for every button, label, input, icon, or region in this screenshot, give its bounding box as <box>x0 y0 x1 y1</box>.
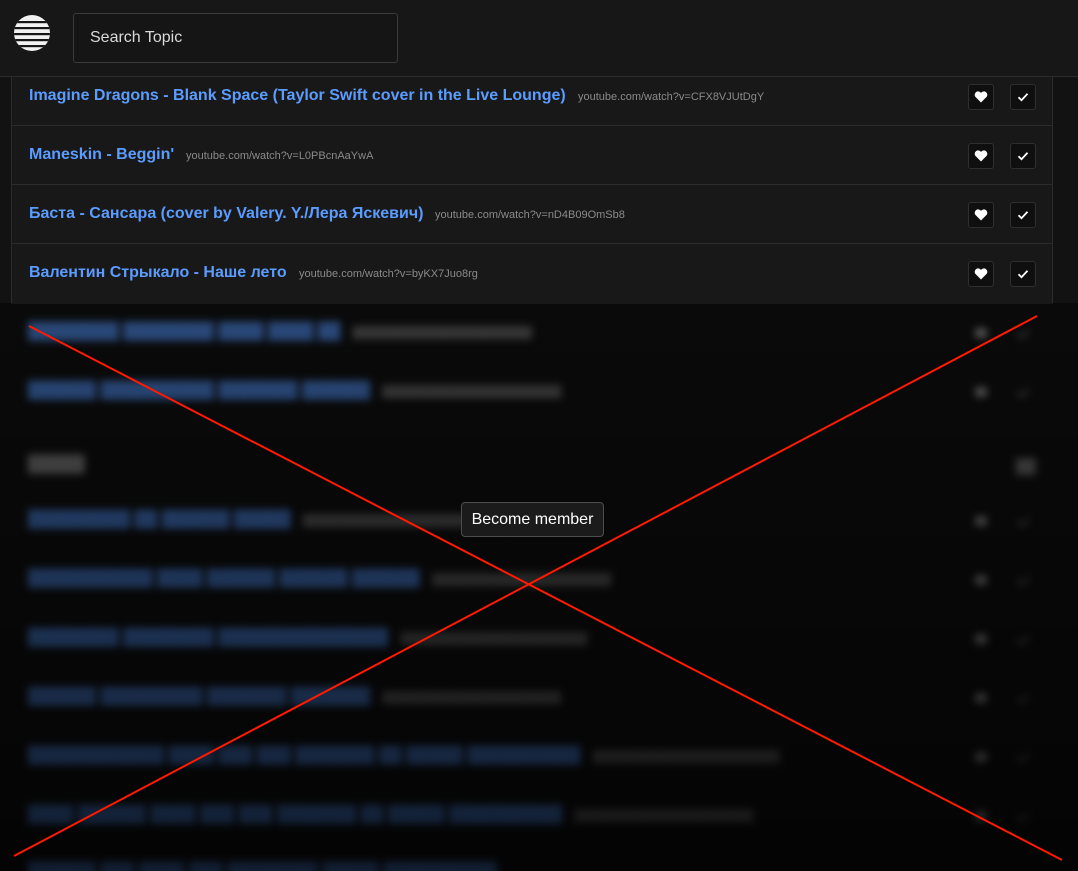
search-input[interactable] <box>73 13 398 63</box>
mark-done-button[interactable] <box>1010 202 1036 228</box>
heart-icon <box>974 91 988 103</box>
checkmark-icon <box>1017 93 1029 102</box>
song-url: youtube.com/watch?v=CFX8VJUtDgY <box>578 91 765 103</box>
song-title-link[interactable]: Maneskin - Beggin' <box>29 146 174 164</box>
become-member-button[interactable]: Become member <box>461 502 604 537</box>
song-row: Maneskin - Beggin' youtube.com/watch?v=L0… <box>12 126 1052 185</box>
song-url: youtube.com/watch?v=nD4B09OmSb8 <box>435 209 625 221</box>
dim-overlay <box>0 303 1078 871</box>
favorite-button[interactable] <box>968 84 994 110</box>
mark-done-button[interactable] <box>1010 261 1036 287</box>
locked-content: ████████ ████████ ████ ████ ████████████… <box>0 303 1078 871</box>
checkmark-icon <box>1017 270 1029 279</box>
song-url: youtube.com/watch?v=byKX7Juo8rg <box>299 268 478 280</box>
song-row: Баста - Сансара (cover by Valery. Y./Лер… <box>12 185 1052 244</box>
heart-icon <box>974 150 988 162</box>
song-title-link[interactable]: Imagine Dragons - Blank Space (Taylor Sw… <box>29 87 566 105</box>
favorite-button[interactable] <box>968 143 994 169</box>
mark-done-button[interactable] <box>1010 84 1036 110</box>
checkmark-icon <box>1017 211 1029 220</box>
top-bar <box>0 0 1078 77</box>
checkmark-icon <box>1017 152 1029 161</box>
heart-icon <box>974 209 988 221</box>
song-title-link[interactable]: Валентин Стрыкало - Наше лето <box>29 264 287 282</box>
song-title-link[interactable]: Баста - Сансара (cover by Valery. Y./Лер… <box>29 205 423 223</box>
song-list: Imagine Dragons - Blank Space (Taylor Sw… <box>11 67 1053 304</box>
song-url: youtube.com/watch?v=L0PBcnAaYwA <box>186 150 374 162</box>
favorite-button[interactable] <box>968 261 994 287</box>
favorite-button[interactable] <box>968 202 994 228</box>
song-row: Валентин Стрыкало - Наше лето youtube.com… <box>12 244 1052 303</box>
mark-done-button[interactable] <box>1010 143 1036 169</box>
heart-icon <box>974 268 988 280</box>
globe-logo-icon[interactable] <box>13 14 51 52</box>
